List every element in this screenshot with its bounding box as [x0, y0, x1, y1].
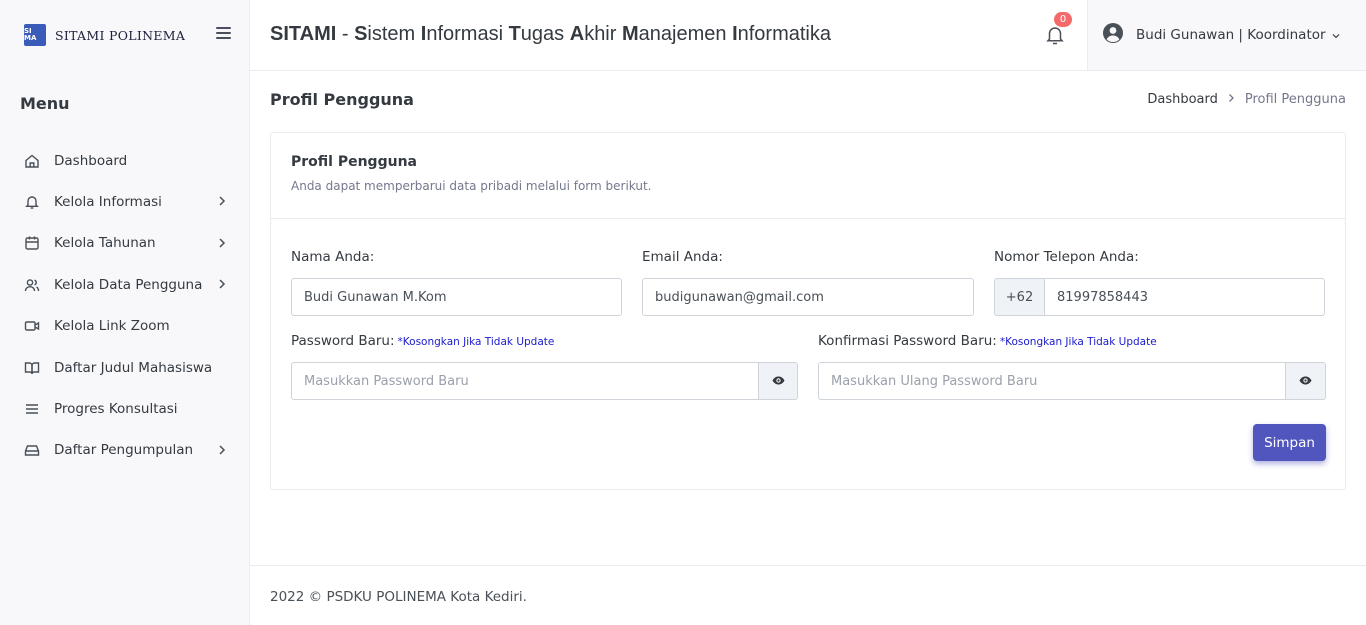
- app-title-text: anajemen: [638, 23, 733, 45]
- app-title-text: khir: [584, 23, 622, 45]
- breadcrumb: Dashboard Profil Pengguna: [1147, 92, 1346, 107]
- chevron-right-icon: [1228, 92, 1235, 107]
- breadcrumb-dashboard-link[interactable]: Dashboard: [1147, 92, 1218, 107]
- chevron-right-icon: [217, 278, 227, 294]
- sidebar-nav: Dashboard Kelola Informasi Kelola Tahuna…: [0, 140, 249, 471]
- sidebar-item-label: Kelola Tahunan: [54, 235, 156, 252]
- sidebar-item-label: Daftar Judul Mahasiswa: [54, 359, 213, 376]
- list-icon: [24, 401, 40, 417]
- sidebar-item-dashboard[interactable]: Dashboard: [0, 140, 249, 181]
- notification-bell-icon[interactable]: [1045, 24, 1065, 46]
- sidebar-item-kelola-data-pengguna[interactable]: Kelola Data Pengguna: [0, 264, 249, 305]
- email-label: Email Anda:: [642, 249, 723, 265]
- video-icon: [24, 318, 40, 334]
- sidebar-item-progres-konsultasi[interactable]: Progres Konsultasi: [0, 388, 249, 429]
- sidebar-item-label: Daftar Pengumpulan: [54, 442, 194, 459]
- app-title-initial: M: [621, 23, 639, 45]
- calendar-icon: [24, 235, 40, 251]
- chevron-right-icon: [217, 444, 227, 460]
- sidebar-item-kelola-informasi[interactable]: Kelola Informasi: [0, 181, 249, 222]
- home-icon: [24, 153, 40, 169]
- name-input[interactable]: [291, 278, 622, 316]
- phone-input[interactable]: [1044, 278, 1325, 316]
- sidebar-item-kelola-link-zoom[interactable]: Kelola Link Zoom: [0, 306, 249, 347]
- user-name: Budi Gunawan | Koordinator: [1136, 27, 1326, 43]
- inbox-icon: [24, 442, 40, 458]
- app-title-initial: T: [508, 23, 521, 45]
- app-title-text: istem: [367, 23, 421, 45]
- password-note: *Kosongkan Jika Tidak Update: [397, 336, 555, 348]
- sidebar-item-label: Dashboard: [54, 152, 128, 169]
- brand-name: SITAMI POLINEMA: [55, 27, 186, 43]
- app-title-text: -: [336, 23, 355, 45]
- profile-card: Profil Pengguna Anda dapat memperbarui d…: [270, 132, 1346, 490]
- chevron-down-icon: [1332, 28, 1340, 43]
- sidebar-item-label: Kelola Link Zoom: [54, 318, 170, 335]
- save-button[interactable]: Simpan: [1253, 424, 1326, 461]
- chevron-right-icon: [217, 237, 227, 253]
- card-title: Profil Pengguna: [291, 154, 417, 170]
- confirm-password-label-group: Konfirmasi Password Baru: *Kosongkan Jika…: [818, 333, 1157, 349]
- app-title-initial: S: [354, 23, 368, 45]
- brand-logo: SI MA: [24, 24, 46, 46]
- eye-icon: [772, 374, 785, 389]
- book-open-icon: [24, 360, 40, 376]
- topbar: SITAMI - Sistem Informasi Tugas Akhir Ma…: [250, 0, 1366, 71]
- toggle-password-button[interactable]: [758, 362, 798, 400]
- sidebar-item-kelola-tahunan[interactable]: Kelola Tahunan: [0, 223, 249, 264]
- page-title: Profil Pengguna: [270, 90, 414, 109]
- confirm-password-label: Konfirmasi Password Baru:: [818, 333, 997, 349]
- phone-prefix: +62: [994, 278, 1045, 316]
- sidebar-item-daftar-judul-mahasiswa[interactable]: Daftar Judul Mahasiswa: [0, 347, 249, 388]
- app-title-initial: A: [569, 23, 585, 45]
- toggle-confirm-password-button[interactable]: [1285, 362, 1326, 400]
- confirm-password-note: *Kosongkan Jika Tidak Update: [999, 336, 1157, 348]
- phone-label: Nomor Telepon Anda:: [994, 249, 1139, 265]
- app-title-initial: SITAMI: [270, 23, 337, 45]
- sidebar-item-daftar-pengumpulan[interactable]: Daftar Pengumpulan: [0, 430, 249, 471]
- user-avatar-icon: [1102, 22, 1124, 48]
- email-input[interactable]: [642, 278, 974, 316]
- password-label: Password Baru:: [291, 333, 395, 349]
- eye-icon: [1299, 374, 1312, 389]
- users-icon: [24, 277, 40, 293]
- app-title: SITAMI - Sistem Informasi Tugas Akhir Ma…: [270, 23, 831, 46]
- sidebar: SI MA SITAMI POLINEMA Menu Dashboard Kel…: [0, 0, 250, 625]
- sidebar-item-label: Kelola Data Pengguna: [54, 276, 203, 293]
- name-label: Nama Anda:: [291, 249, 375, 265]
- notification-badge: 0: [1054, 12, 1072, 27]
- menu-title: Menu: [20, 94, 70, 113]
- app-title-text: nformasi: [426, 23, 509, 45]
- menu-toggle-icon[interactable]: [216, 27, 231, 41]
- card-subtitle: Anda dapat memperbarui data pribadi mela…: [291, 179, 652, 193]
- breadcrumb-current: Profil Pengguna: [1244, 92, 1346, 107]
- brand[interactable]: SI MA SITAMI POLINEMA: [0, 0, 249, 70]
- footer: 2022 © PSDKU POLINEMA Kota Kediri.: [250, 565, 1366, 625]
- new-password-input[interactable]: [291, 362, 759, 400]
- confirm-password-input[interactable]: [818, 362, 1286, 400]
- password-label-group: Password Baru: *Kosongkan Jika Tidak Upda…: [291, 333, 554, 349]
- chevron-right-icon: [217, 195, 227, 211]
- bell-icon: [24, 194, 40, 210]
- app-title-text: nformatika: [737, 23, 831, 45]
- sidebar-item-label: Progres Konsultasi: [54, 401, 178, 418]
- user-dropdown[interactable]: Budi Gunawan | Koordinator: [1087, 0, 1366, 70]
- card-header: Profil Pengguna Anda dapat memperbarui d…: [271, 133, 1345, 219]
- app-title-text: ugas: [520, 23, 570, 45]
- sidebar-item-label: Kelola Informasi: [54, 194, 162, 211]
